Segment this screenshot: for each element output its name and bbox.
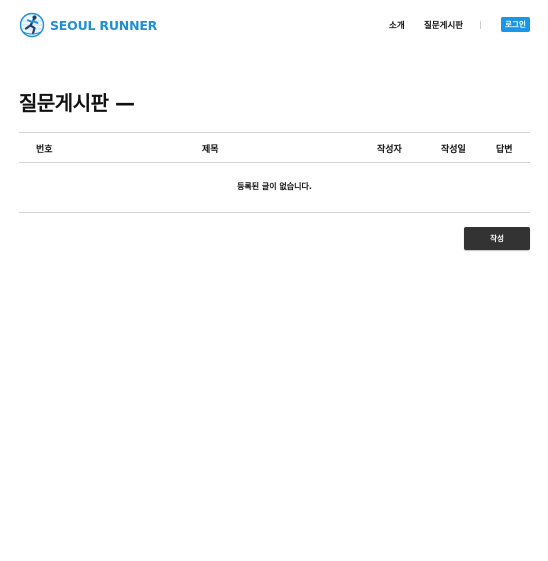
table-body: 등록된 글이 없습니다. <box>19 163 530 213</box>
column-header-answer: 답변 <box>496 145 513 155</box>
page-title: 질문게시판 — <box>19 91 135 115</box>
site-logo[interactable]: SEOUL RUNNER <box>19 12 157 38</box>
nav-qna-board[interactable]: 질문게시판 <box>424 19 463 31</box>
runner-icon <box>19 12 45 38</box>
login-button[interactable]: 로그인 <box>501 17 530 32</box>
site-header: SEOUL RUNNER 소개 질문게시판 로그인 <box>0 0 548 50</box>
column-header-writer: 작성자 <box>377 145 402 155</box>
nav-divider <box>480 21 481 29</box>
write-button[interactable]: 작성 <box>464 227 530 250</box>
table-header: 번호 제목 작성자 작성일 답변 <box>19 132 530 163</box>
logo-text: SEOUL RUNNER <box>50 17 158 33</box>
column-header-no: 번호 <box>36 145 53 155</box>
board-table: 번호 제목 작성자 작성일 답변 등록된 글이 없습니다. <box>19 132 530 213</box>
column-header-title: 제목 <box>202 145 219 155</box>
nav-about[interactable]: 소개 <box>389 19 405 31</box>
empty-message: 등록된 글이 없습니다. <box>237 182 312 191</box>
column-header-date: 작성일 <box>441 145 466 155</box>
